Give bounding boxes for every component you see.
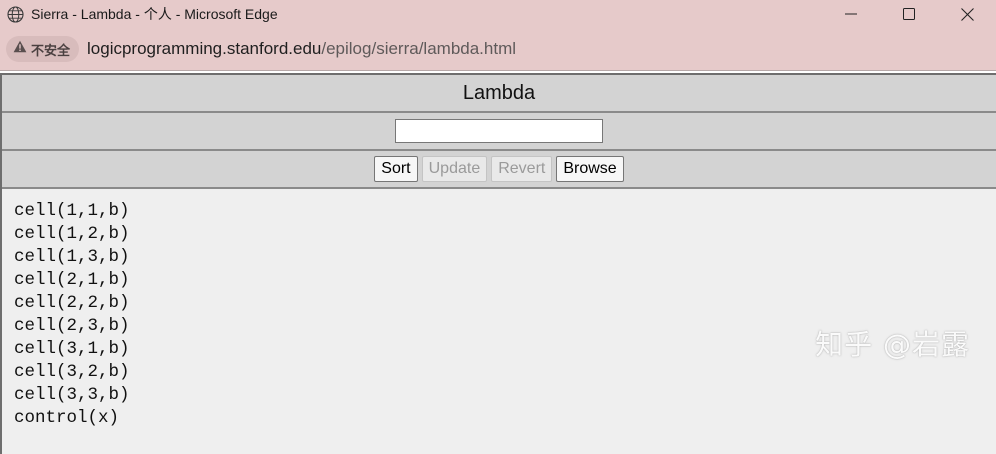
lambda-panel: Lambda Sort Update Revert Browse cell(1,… bbox=[0, 73, 996, 454]
maximize-button[interactable] bbox=[880, 0, 938, 28]
watermark: 知乎 @岩露 bbox=[815, 328, 970, 361]
output-line: cell(2,1,b) bbox=[14, 270, 130, 290]
url-host: logicprogramming.stanford.edu bbox=[87, 39, 322, 58]
close-icon bbox=[960, 7, 974, 21]
warning-icon bbox=[13, 40, 27, 58]
maximize-icon bbox=[903, 8, 915, 20]
output-line: cell(1,2,b) bbox=[14, 224, 130, 244]
output-line: cell(2,2,b) bbox=[14, 293, 130, 313]
minimize-button[interactable] bbox=[822, 0, 880, 28]
output-line: cell(1,1,b) bbox=[14, 201, 130, 221]
title-bar: Sierra - Lambda - 个人 - Microsoft Edge bbox=[0, 0, 996, 28]
url-text[interactable]: logicprogramming.stanford.edu/epilog/sie… bbox=[87, 39, 516, 59]
revert-button: Revert bbox=[491, 156, 553, 182]
window-title: Sierra - Lambda - 个人 - Microsoft Edge bbox=[31, 6, 278, 22]
window-controls bbox=[822, 0, 996, 28]
title-row: Lambda bbox=[2, 75, 996, 113]
site-info-button[interactable]: 不安全 bbox=[6, 36, 80, 62]
output-line: cell(1,3,b) bbox=[14, 247, 130, 267]
security-label: 不安全 bbox=[31, 42, 71, 58]
page-content: Lambda Sort Update Revert Browse cell(1,… bbox=[0, 70, 996, 454]
output-area[interactable]: cell(1,1,b) cell(1,2,b) cell(1,3,b) cell… bbox=[2, 189, 996, 454]
output-line: control(x) bbox=[14, 408, 120, 428]
output-line: cell(3,2,b) bbox=[14, 362, 130, 382]
url-path: /epilog/sierra/lambda.html bbox=[321, 39, 517, 58]
query-input[interactable] bbox=[395, 119, 603, 143]
input-row bbox=[2, 113, 996, 151]
close-button[interactable] bbox=[938, 0, 996, 28]
minimize-icon bbox=[845, 13, 857, 15]
browse-button[interactable]: Browse bbox=[556, 156, 624, 182]
address-bar[interactable]: 不安全 logicprogramming.stanford.edu/epilog… bbox=[0, 28, 996, 70]
globe-icon bbox=[6, 5, 24, 23]
page-title: Lambda bbox=[462, 81, 536, 104]
update-button: Update bbox=[421, 156, 488, 182]
browser-window: Sierra - Lambda - 个人 - Microsoft Edge 不安… bbox=[0, 0, 996, 454]
output-line: cell(3,3,b) bbox=[14, 385, 130, 405]
button-row: Sort Update Revert Browse bbox=[2, 151, 996, 189]
sort-button[interactable]: Sort bbox=[374, 156, 418, 182]
